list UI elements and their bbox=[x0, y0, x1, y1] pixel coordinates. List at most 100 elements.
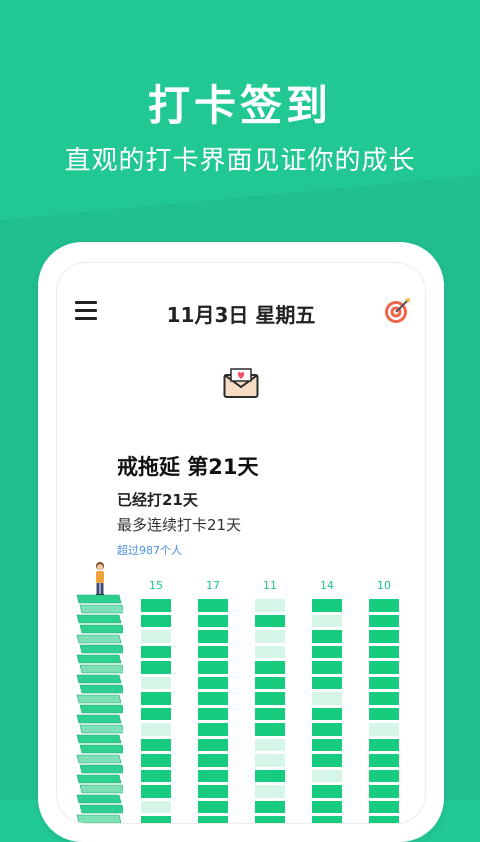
checkin-block-done bbox=[198, 599, 228, 612]
target-icon[interactable] bbox=[383, 297, 411, 325]
checkin-block-done bbox=[369, 816, 399, 823]
phone-screen: 11月3日 星期五 戒拖延 第21天 已经打21天 最多连续打卡21天 超过98… bbox=[56, 262, 426, 824]
streak-tower bbox=[76, 594, 123, 823]
checkin-block-done bbox=[141, 599, 171, 612]
checkin-block-missed bbox=[141, 630, 171, 643]
checkin-column[interactable] bbox=[312, 599, 342, 823]
checkin-block-done bbox=[312, 645, 342, 658]
checkin-block-done bbox=[369, 769, 399, 782]
tower-block bbox=[79, 744, 123, 754]
surpass-info[interactable]: 超过987个人 bbox=[117, 542, 182, 558]
envelope-heart-icon[interactable] bbox=[223, 367, 259, 399]
tower-block bbox=[76, 814, 122, 823]
checkin-block-done bbox=[255, 723, 285, 736]
streak-info: 最多连续打卡21天 bbox=[117, 516, 242, 534]
checkin-block-missed bbox=[312, 614, 342, 627]
checkin-block-done bbox=[312, 676, 342, 689]
checkin-block-done bbox=[369, 676, 399, 689]
column-count: 15 bbox=[149, 579, 163, 592]
checkin-block-missed bbox=[255, 785, 285, 798]
checkin-block-missed bbox=[312, 692, 342, 705]
checkin-block-done bbox=[255, 661, 285, 674]
checkin-block-done bbox=[255, 614, 285, 627]
checkin-block-done bbox=[141, 661, 171, 674]
tower-block bbox=[79, 664, 123, 674]
checkin-block-done bbox=[198, 676, 228, 689]
days-done: 已经打21天 bbox=[117, 491, 198, 509]
checkin-block-done bbox=[312, 754, 342, 767]
checkin-block-done bbox=[255, 800, 285, 813]
tower-block bbox=[76, 594, 122, 604]
tower-block bbox=[79, 644, 123, 654]
tower-block bbox=[79, 704, 123, 714]
tower-block bbox=[76, 634, 122, 644]
checkin-block-done bbox=[369, 630, 399, 643]
checkin-block-missed bbox=[255, 754, 285, 767]
checkin-block-missed bbox=[369, 723, 399, 736]
checkin-block-done bbox=[141, 769, 171, 782]
tower-block bbox=[79, 684, 123, 694]
goal-title: 戒拖延 第21天 bbox=[117, 455, 259, 479]
checkin-block-done bbox=[312, 816, 342, 823]
checkin-block-missed bbox=[141, 676, 171, 689]
tower-block bbox=[76, 694, 122, 704]
checkin-block-done bbox=[369, 754, 399, 767]
tower-block bbox=[76, 794, 122, 804]
checkin-block-missed bbox=[255, 599, 285, 612]
checkin-block-done bbox=[255, 816, 285, 823]
tower-block bbox=[76, 654, 122, 664]
checkin-block-done bbox=[198, 707, 228, 720]
tower-block bbox=[76, 714, 122, 724]
tower-block bbox=[79, 784, 123, 794]
column-count: 17 bbox=[206, 579, 220, 592]
checkin-block-done bbox=[198, 630, 228, 643]
checkin-column[interactable] bbox=[369, 599, 399, 823]
checkin-column[interactable] bbox=[255, 599, 285, 823]
checkin-block-missed bbox=[141, 723, 171, 736]
checkin-column[interactable] bbox=[141, 599, 171, 823]
tower-block bbox=[76, 774, 122, 784]
checkin-block-done bbox=[312, 738, 342, 751]
checkin-block-done bbox=[198, 723, 228, 736]
column-count: 11 bbox=[263, 579, 277, 592]
checkin-block-done bbox=[312, 800, 342, 813]
checkin-block-done bbox=[141, 785, 171, 798]
checkin-block-done bbox=[369, 692, 399, 705]
checkin-block-done bbox=[312, 599, 342, 612]
checkin-block-done bbox=[141, 645, 171, 658]
checkin-block-done bbox=[255, 692, 285, 705]
checkin-block-missed bbox=[141, 800, 171, 813]
checkin-block-done bbox=[198, 816, 228, 823]
checkin-block-done bbox=[198, 785, 228, 798]
checkin-block-done bbox=[141, 754, 171, 767]
checkin-block-done bbox=[141, 816, 171, 823]
tower-block bbox=[79, 624, 123, 634]
checkin-block-done bbox=[312, 707, 342, 720]
column-count: 10 bbox=[377, 579, 391, 592]
checkin-block-done bbox=[255, 676, 285, 689]
checkin-block-done bbox=[369, 645, 399, 658]
tower-block bbox=[79, 604, 123, 614]
checkin-block-done bbox=[198, 692, 228, 705]
checkin-block-done bbox=[369, 800, 399, 813]
checkin-block-done bbox=[369, 614, 399, 627]
checkin-block-done bbox=[255, 707, 285, 720]
checkin-block-done bbox=[312, 630, 342, 643]
checkin-block-done bbox=[369, 707, 399, 720]
promo-title: 打卡签到 bbox=[147, 81, 332, 130]
checkin-block-done bbox=[369, 661, 399, 674]
column-count: 14 bbox=[320, 579, 334, 592]
checkin-block-done bbox=[198, 754, 228, 767]
tower-block bbox=[79, 724, 123, 734]
checkin-block-done bbox=[141, 707, 171, 720]
checkin-block-done bbox=[141, 692, 171, 705]
tower-block bbox=[79, 804, 123, 814]
checkin-block-done bbox=[312, 785, 342, 798]
checkin-block-done bbox=[198, 769, 228, 782]
checkin-column[interactable] bbox=[198, 599, 228, 823]
checkin-block-missed bbox=[312, 769, 342, 782]
date-label: 11月3日 星期五 bbox=[166, 303, 316, 327]
tower-block bbox=[76, 674, 122, 684]
checkin-block-done bbox=[369, 599, 399, 612]
checkin-block-missed bbox=[255, 630, 285, 643]
